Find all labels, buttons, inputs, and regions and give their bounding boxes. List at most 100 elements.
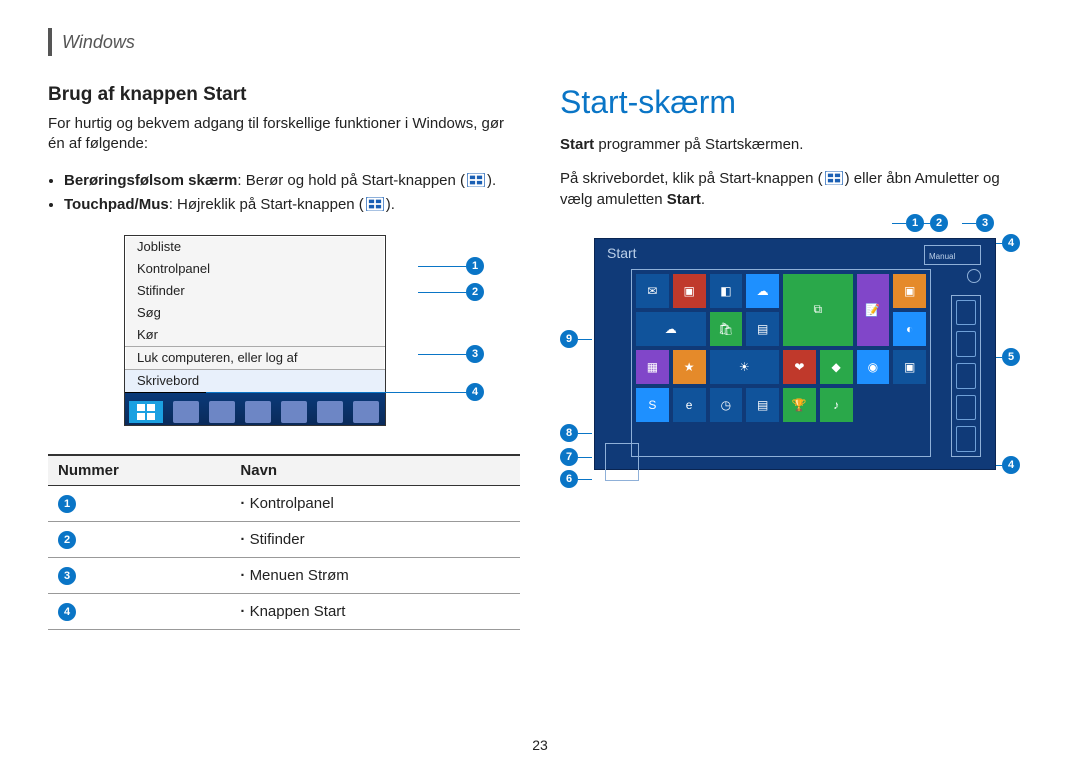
windows-icon xyxy=(467,173,485,187)
section-header: Windows xyxy=(48,28,1032,56)
tile-app-icon: ♪ xyxy=(820,388,853,422)
charm-settings-icon xyxy=(956,426,976,452)
context-menu: Jobliste Kontrolpanel Stifinder Søg Kør … xyxy=(124,235,386,426)
taskbar xyxy=(125,392,385,425)
charm-share-icon xyxy=(956,331,976,357)
taskbar-app-icon xyxy=(353,401,379,423)
callout-badge: 5 xyxy=(1002,348,1020,366)
tile-app-icon: ◉ xyxy=(857,350,890,384)
row-name: Menuen Strøm xyxy=(230,557,520,593)
tile-app-icon: ▣ xyxy=(893,350,926,384)
tile-app-icon: ⧉ xyxy=(783,274,853,346)
start-button-icon xyxy=(129,401,163,423)
left-bullets: Berøringsfølsom skærm: Berør og hold på … xyxy=(48,169,520,217)
num-badge: 2 xyxy=(58,531,76,549)
col-header: Navn xyxy=(230,455,520,486)
tile-app-icon: ▤ xyxy=(746,388,779,422)
callout-badge: 3 xyxy=(976,214,994,232)
callout-badge: 2 xyxy=(466,283,484,301)
ctx-item: Søg xyxy=(125,302,385,324)
tile-app-icon: ▣ xyxy=(673,274,706,308)
tile-app-icon: ▦ xyxy=(636,350,669,384)
tile-app-icon: ▣ xyxy=(893,274,926,308)
tile-weather-icon: ☁ xyxy=(636,312,706,346)
left-heading: Brug af knappen Start xyxy=(48,84,520,106)
start-screen: Start Manual ✉ ▣ ◧ ☁ ⧉ 📝 ▣ ☁ 🛍 ▤ xyxy=(594,238,996,470)
avatar-icon xyxy=(967,269,981,283)
tile-skype-icon: S xyxy=(636,388,669,422)
tile-note-icon: 📝 xyxy=(857,274,890,346)
callout-badge: 1 xyxy=(466,257,484,275)
tile-health-icon: ❤ xyxy=(783,350,816,384)
reference-table: Nummer Navn 1 Kontrolpanel 2 Stifinder 3 Me… xyxy=(48,454,520,630)
callout-badge: 3 xyxy=(466,345,484,363)
ctx-item: Kør xyxy=(125,324,385,346)
taskbar-app-icon xyxy=(209,401,235,423)
num-badge: 4 xyxy=(58,603,76,621)
callout-badge: 4 xyxy=(466,383,484,401)
left-column: Brug af knappen Start For hurtig og bekv… xyxy=(48,84,520,630)
ctx-item-selected: Skrivebord xyxy=(125,370,385,392)
callout-badge: 4 xyxy=(1002,456,1020,474)
tile-app-icon: ◐ xyxy=(893,312,926,346)
header-accent-bar xyxy=(48,28,52,56)
callout-badge: 8 xyxy=(560,424,578,442)
charm-devices-icon xyxy=(956,395,976,421)
table-row: 4 Knappen Start xyxy=(48,593,520,629)
callout-badge: 2 xyxy=(930,214,948,232)
left-intro: For hurtig og bekvem adgang til forskell… xyxy=(48,114,520,155)
ctx-callouts: 1 2 3 4 xyxy=(466,257,484,401)
tile-cloud-icon: ☁ xyxy=(746,274,779,308)
right-line1: Start programmer på Startskærmen. xyxy=(560,135,1032,155)
tile-sun-icon: ☀ xyxy=(710,350,780,384)
tile-ie-icon: e xyxy=(673,388,706,422)
callout-badge: 4 xyxy=(1002,234,1020,252)
table-row: 1 Kontrolpanel xyxy=(48,485,520,521)
desktop-tile xyxy=(605,443,639,481)
tile-app-icon: ◧ xyxy=(710,274,743,308)
tile-trophy-icon: 🏆 xyxy=(783,388,816,422)
tile-app-icon: ◷ xyxy=(710,388,743,422)
tile-store-icon: 🛍 xyxy=(710,312,743,346)
row-name: Stifinder xyxy=(230,521,520,557)
charms-bar xyxy=(951,295,981,457)
context-menu-screenshot: Jobliste Kontrolpanel Stifinder Søg Kør … xyxy=(124,235,444,426)
num-badge: 1 xyxy=(58,495,76,513)
row-name: Kontrolpanel xyxy=(230,485,520,521)
right-column: Start-skærm Start programmer på Startskæ… xyxy=(560,84,1032,630)
taskbar-app-icon xyxy=(245,401,271,423)
ctx-item: Jobliste xyxy=(125,236,385,258)
ctx-item: Luk computeren, eller log af xyxy=(125,347,385,369)
callout-badge: 6 xyxy=(560,470,578,488)
bullet-touchpad: Touchpad/Mus: Højreklik på Start-knappen… xyxy=(64,193,520,217)
zoom-icon xyxy=(605,487,623,501)
user-box: Manual xyxy=(924,245,981,265)
callout-badge: 9 xyxy=(560,330,578,348)
tile-app-icon: ★ xyxy=(673,350,706,384)
table-row: 3 Menuen Strøm xyxy=(48,557,520,593)
table-row: 2 Stifinder xyxy=(48,521,520,557)
ctx-item: Stifinder xyxy=(125,280,385,302)
tile-mail-icon: ✉ xyxy=(636,274,669,308)
tile-app-icon: ◆ xyxy=(820,350,853,384)
callout-badge: 7 xyxy=(560,448,578,466)
charm-start-icon xyxy=(956,363,976,389)
tile-app-icon: ▤ xyxy=(746,312,779,346)
right-heading: Start-skærm xyxy=(560,84,1032,121)
section-title: Windows xyxy=(62,32,135,53)
row-name: Knappen Start xyxy=(230,593,520,629)
num-badge: 3 xyxy=(58,567,76,585)
right-line2: På skrivebordet, klik på Start-knappen (… xyxy=(560,169,1032,210)
bullet-touchscreen: Berøringsfølsom skærm: Berør og hold på … xyxy=(64,169,520,193)
col-header: Nummer xyxy=(48,455,230,486)
taskbar-app-icon xyxy=(281,401,307,423)
taskbar-app-icon xyxy=(173,401,199,423)
windows-icon xyxy=(825,171,843,185)
windows-icon xyxy=(366,197,384,211)
page-number: 23 xyxy=(0,737,1080,753)
charm-search-icon xyxy=(956,300,976,326)
start-screen-screenshot: 1 2 3 4 5 4 9 8 7 6 Start Manual ✉ ▣ ◧ xyxy=(560,238,1020,470)
ctx-item: Kontrolpanel xyxy=(125,258,385,280)
taskbar-app-icon xyxy=(317,401,343,423)
tile-grid: ✉ ▣ ◧ ☁ ⧉ 📝 ▣ ☁ 🛍 ▤ ◐ ▦ ★ ☀ xyxy=(631,269,931,457)
